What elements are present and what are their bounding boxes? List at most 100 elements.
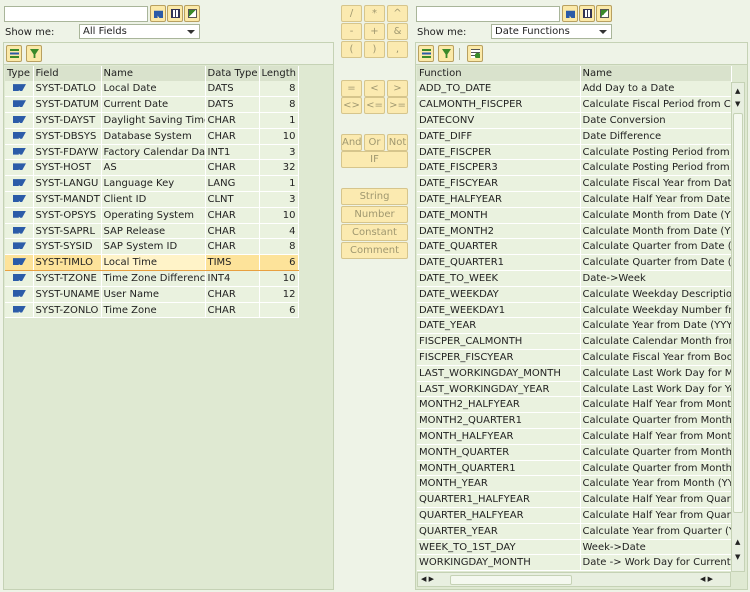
transfer-button[interactable] — [184, 5, 200, 22]
table-row[interactable]: DATE_FISCYEAR Calculate Fiscal Year from … — [417, 175, 732, 193]
operator-button[interactable]: , — [387, 41, 408, 58]
filter-button[interactable] — [438, 45, 454, 62]
table-row[interactable]: MONTH_YEAR Calculate Year from Month (YYY — [417, 475, 732, 493]
find-button[interactable] — [150, 5, 166, 22]
horizontal-scrollbar[interactable]: ◀ ▶ ◀ ▶ — [417, 572, 731, 587]
table-row[interactable]: SYST-TZONE Time Zone Difference INT4 10 — [5, 270, 299, 287]
sort-ascending-button[interactable] — [418, 45, 434, 62]
table-row[interactable]: WEEK_TO_1ST_DAY Week->Date — [417, 539, 732, 556]
column-header[interactable]: Type — [5, 66, 34, 81]
table-row[interactable]: SYST-SAPRL SAP Release CHAR 4 — [5, 223, 299, 240]
column-header[interactable]: Field — [33, 66, 102, 81]
operator-button[interactable]: & — [387, 23, 408, 40]
scroll-thumb[interactable] — [733, 113, 743, 513]
table-row[interactable]: DATE_FISCPER3 Calculate Posting Period fr… — [417, 159, 732, 177]
table-row[interactable]: MONTH2_HALFYEAR Calculate Half Year from … — [417, 396, 732, 414]
table-row[interactable]: MONTH_HALFYEAR Calculate Half Year from M… — [417, 428, 732, 445]
table-row[interactable]: SYST-LANGU Language Key LANG 1 — [5, 175, 299, 193]
operator-button[interactable]: - — [341, 23, 362, 40]
operator-button[interactable]: > — [387, 80, 408, 97]
left-show-me-select[interactable]: All Fields — [79, 24, 200, 39]
operator-button[interactable]: Comment — [341, 242, 408, 259]
table-row[interactable]: LAST_WORKINGDAY_MONTH Calculate Last Work… — [417, 365, 732, 382]
scroll-right-icon[interactable]: ◀ ▶ — [700, 575, 713, 583]
scroll-down-icon[interactable]: ▼ — [735, 100, 740, 108]
columns-button[interactable] — [167, 5, 183, 22]
transfer-button[interactable] — [596, 5, 612, 22]
table-row[interactable]: DATE_MONTH2 Calculate Month from Date (YY… — [417, 223, 732, 240]
operator-button[interactable]: * — [364, 5, 385, 22]
operator-button[interactable]: Constant — [341, 224, 408, 241]
scroll-down-icon[interactable]: ▼ — [735, 553, 740, 561]
table-row[interactable]: FISCPER_FISCYEAR Calculate Fiscal Year fr… — [417, 349, 732, 366]
operator-button[interactable]: Or — [364, 134, 385, 151]
table-row[interactable]: SYST-FDAYW Factory Calendar Day INT1 3 — [5, 144, 299, 161]
table-row[interactable]: DATE_WEEKDAY Calculate Weekday Descriptio… — [417, 286, 732, 303]
table-row[interactable]: FISCPER_CALMONTH Calculate Calendar Month… — [417, 333, 732, 351]
table-row[interactable]: MONTH_QUARTER Calculate Quarter from Mont… — [417, 444, 732, 461]
operator-button[interactable]: <> — [341, 97, 362, 114]
table-row[interactable]: SYST-DATLO Local Date DATS 8 — [5, 81, 299, 98]
table-row[interactable]: CALMONTH_FISCPER Calculate Fiscal Period … — [417, 96, 732, 114]
left-search-input[interactable] — [4, 6, 148, 22]
table-row[interactable]: QUARTER_YEAR Calculate Year from Quarter … — [417, 523, 732, 540]
operator-button[interactable]: IF — [341, 151, 408, 168]
table-row[interactable]: WORKINGDAY_MONTH Date -> Work Day for Cur… — [417, 554, 732, 572]
operator-button[interactable]: ) — [364, 41, 385, 58]
operator-button[interactable]: >= — [387, 97, 408, 114]
table-row[interactable]: DATE_HALFYEAR Calculate Half Year from Da… — [417, 191, 732, 208]
table-row[interactable]: SYST-OPSYS Operating System CHAR 10 — [5, 207, 299, 224]
table-row[interactable]: DATE_WEEKDAY1Calculate Weekday Number fr… — [417, 302, 732, 319]
filter-button[interactable] — [26, 45, 42, 62]
table-row[interactable]: SYST-TIMLO Local Time TIMS 6 — [5, 254, 299, 272]
scroll-thumb[interactable] — [450, 575, 572, 585]
table-row[interactable]: MONTH2_QUARTER1 Calculate Quarter from Mo… — [417, 412, 732, 430]
table-row[interactable]: DATE_MONTH Calculate Month from Date (YYY — [417, 207, 732, 224]
column-header[interactable]: Data Type — [205, 66, 260, 81]
operator-button[interactable]: < — [364, 80, 385, 97]
table-row[interactable]: MONTH_QUARTER1 Calculate Quarter from Mon… — [417, 460, 732, 477]
table-row[interactable]: QUARTER_HALFYEAR Calculate Half Year from… — [417, 507, 732, 524]
operator-button[interactable]: ^ — [387, 5, 408, 22]
operator-button[interactable]: / — [341, 5, 362, 22]
table-row[interactable]: DATE_DIFF Date Difference — [417, 128, 732, 145]
column-header[interactable]: Name — [101, 66, 206, 81]
table-row[interactable]: DATE_FISCPER Calculate Posting Period fro… — [417, 144, 732, 161]
scroll-up-icon[interactable]: ▲ — [735, 87, 740, 95]
operator-button[interactable]: String — [341, 188, 408, 205]
scroll-left-icon[interactable]: ◀ ▶ — [421, 575, 434, 583]
insert-function-button[interactable] — [467, 45, 483, 62]
table-row[interactable]: DATECONV Date Conversion — [417, 112, 732, 129]
table-row[interactable]: DATE_QUARTER1 Calculate Quarter from Date… — [417, 254, 732, 272]
scroll-up-icon[interactable]: ▲ — [735, 538, 740, 546]
table-row[interactable]: SYST-HOST AS CHAR 32 — [5, 159, 299, 177]
table-row[interactable]: SYST-SYSID SAP System ID CHAR 8 — [5, 238, 299, 256]
table-row[interactable]: SYST-UNAME User Name CHAR 12 — [5, 286, 299, 303]
table-row[interactable]: QUARTER1_HALFYEAR Calculate Half Year fro… — [417, 491, 732, 509]
vertical-scrollbar[interactable]: ▲ ▼ ▲ ▼ — [731, 82, 745, 572]
right-show-me-select[interactable]: Date Functions — [491, 24, 612, 39]
table-row[interactable]: SYST-ZONLO Time Zone CHAR 6 — [5, 302, 299, 319]
column-header[interactable]: Length — [259, 66, 299, 81]
operator-button[interactable]: ( — [341, 41, 362, 58]
column-header[interactable]: Function — [417, 66, 581, 81]
operator-button[interactable]: Number — [341, 206, 408, 223]
columns-button[interactable] — [579, 5, 595, 22]
operator-button[interactable]: And — [341, 134, 362, 151]
sort-ascending-button[interactable] — [6, 45, 22, 62]
table-row[interactable]: DATE_QUARTER Calculate Quarter from Date … — [417, 238, 732, 256]
table-row[interactable]: SYST-DATUM Current Date DATS 8 — [5, 96, 299, 114]
table-row[interactable]: ADD_TO_DATE Add Day to a Date — [417, 81, 732, 98]
column-header[interactable]: Name — [580, 66, 732, 81]
table-row[interactable]: SYST-DBSYS Database System CHAR 10 — [5, 128, 299, 145]
operator-button[interactable]: + — [364, 23, 385, 40]
operator-button[interactable]: Not — [387, 134, 408, 151]
find-button[interactable] — [562, 5, 578, 22]
table-row[interactable]: LAST_WORKINGDAY_YEAR Calculate Last Work … — [417, 381, 732, 398]
operator-button[interactable]: <= — [364, 97, 385, 114]
right-search-input[interactable] — [416, 6, 560, 22]
table-row[interactable]: SYST-MANDT Client ID CLNT 3 — [5, 191, 299, 208]
table-row[interactable]: DATE_TO_WEEK Date->Week — [417, 270, 732, 287]
table-row[interactable]: SYST-DAYST Daylight Saving Time CHAR 1 — [5, 112, 299, 129]
operator-button[interactable]: = — [341, 80, 362, 97]
